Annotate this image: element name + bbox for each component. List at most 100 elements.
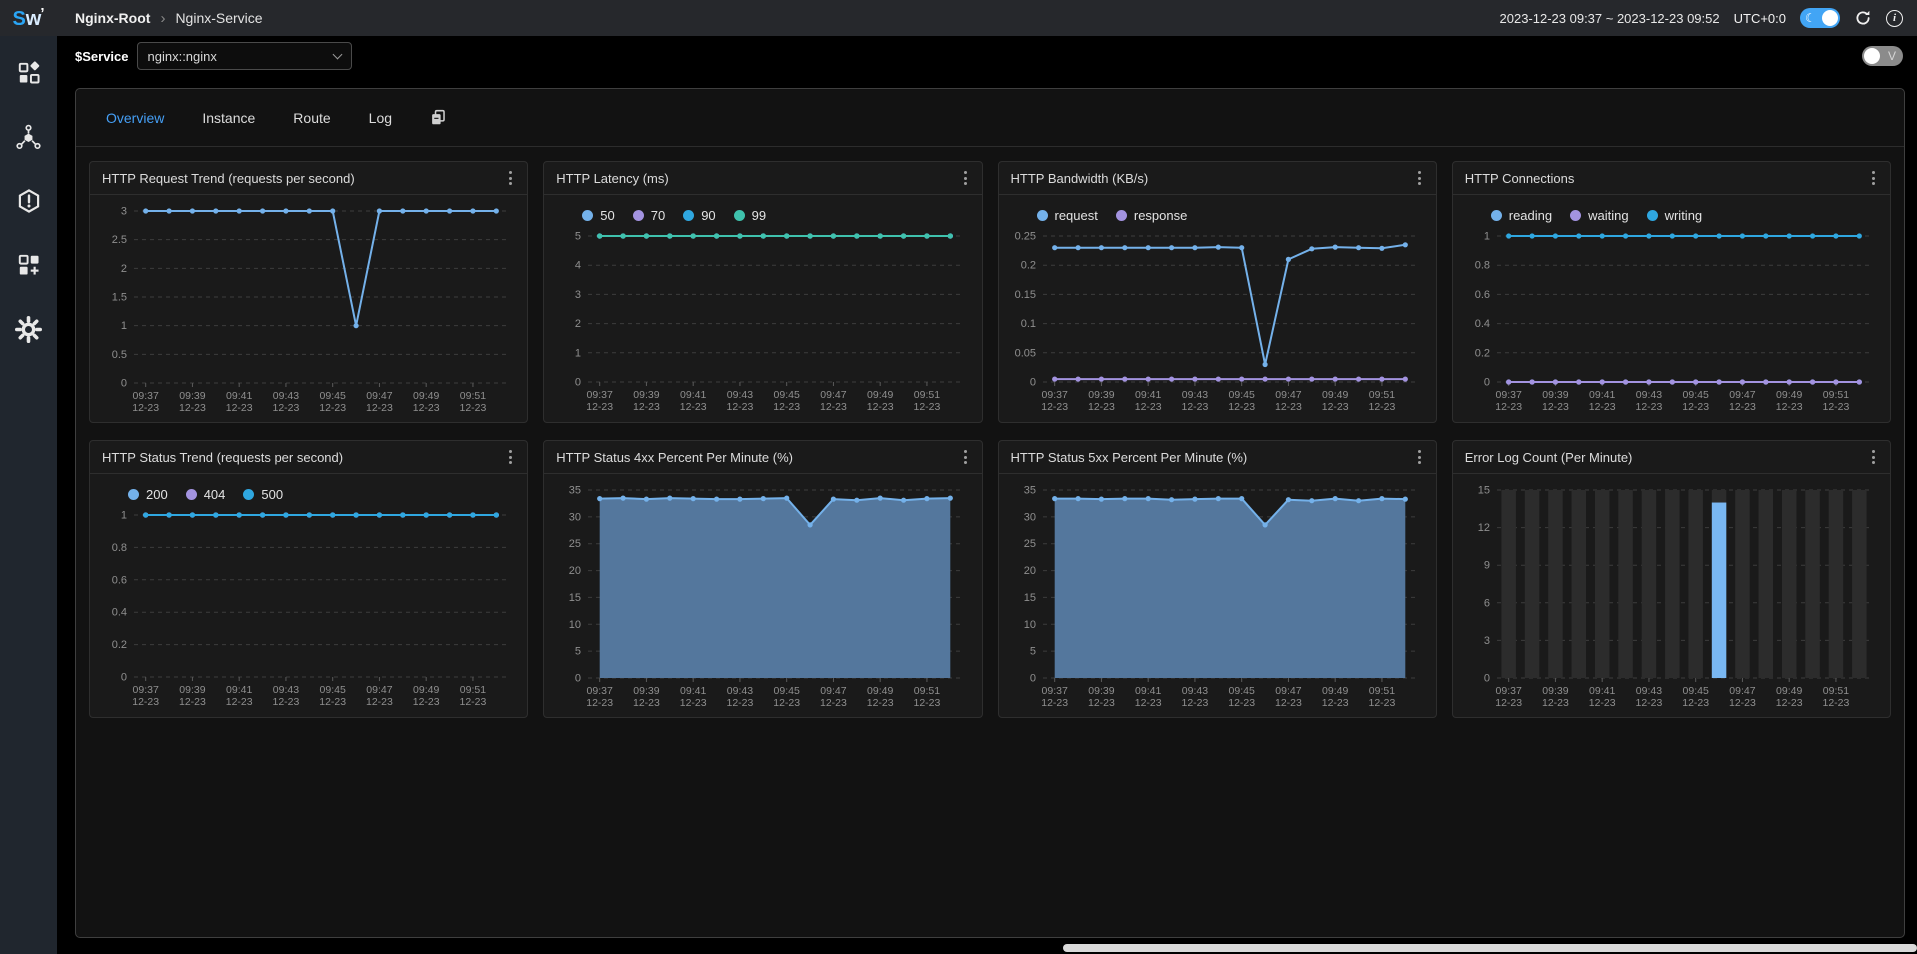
sidebar-item-dashboards[interactable] [14,58,44,88]
legend-item[interactable]: waiting [1570,208,1628,223]
legend-item[interactable]: writing [1647,208,1703,223]
svg-text:20: 20 [1023,565,1035,577]
svg-text:0.25: 0.25 [1014,231,1035,243]
svg-text:0: 0 [121,378,127,390]
svg-text:12-23: 12-23 [460,402,487,414]
http-status-trend-chart[interactable]: 00.20.40.60.8109:3712-2309:3912-2309:411… [98,505,518,711]
svg-text:12-23: 12-23 [273,696,300,708]
svg-text:12-23: 12-23 [132,696,159,708]
kebab-menu-icon[interactable] [959,446,972,468]
svg-text:09:39: 09:39 [1088,389,1114,401]
svg-text:09:47: 09:47 [366,390,392,402]
svg-text:0.2: 0.2 [112,639,127,651]
legend-dot [683,210,694,221]
svg-text:12-23: 12-23 [179,696,206,708]
svg-text:09:37: 09:37 [133,390,159,402]
chevron-down-icon [332,49,342,59]
breadcrumb: Nginx-Root › Nginx-Service [75,10,263,27]
service-select[interactable]: nginx::nginx [137,42,352,70]
svg-text:0.4: 0.4 [1474,318,1489,330]
sidebar-item-topology[interactable] [14,122,44,152]
svg-text:0: 0 [575,377,581,389]
http-latency-chart[interactable]: 01234509:3712-2309:3912-2309:4112-2309:4… [552,226,972,416]
http-connections-chart[interactable]: 00.20.40.60.8109:3712-2309:3912-2309:411… [1461,226,1881,416]
version-toggle[interactable]: V [1862,46,1903,66]
svg-text:09:47: 09:47 [1729,685,1755,697]
http-status-4xx-chart[interactable]: 0510152025303509:3712-2309:3912-2309:411… [552,480,972,712]
legend-dot [1647,210,1658,221]
kebab-menu-icon[interactable] [1867,167,1880,189]
kebab-menu-icon[interactable] [1413,167,1426,189]
sidebar-item-marketplace[interactable] [14,250,44,280]
svg-text:09:51: 09:51 [1823,389,1849,401]
svg-text:09:47: 09:47 [1275,685,1301,697]
error-log-count-chart[interactable]: 0369121509:3712-2309:3912-2309:4112-2309… [1461,480,1881,712]
dark-mode-toggle[interactable]: ☾ [1800,8,1840,28]
legend-item[interactable]: reading [1491,208,1552,223]
svg-text:09:49: 09:49 [1322,685,1348,697]
skywalking-logo[interactable]: Sw’ [0,5,57,31]
tab-log[interactable]: Log [369,110,392,126]
svg-text:12-23: 12-23 [1368,401,1395,413]
kebab-menu-icon[interactable] [959,167,972,189]
svg-text:12-23: 12-23 [1134,401,1161,413]
horizontal-scrollbar[interactable] [1063,944,1917,952]
http-bandwidth-chart[interactable]: 00.050.10.150.20.2509:3712-2309:3912-230… [1007,226,1427,416]
topology-icon [15,124,42,151]
svg-text:09:47: 09:47 [366,684,392,696]
card-http-request-trend: HTTP Request Trend (requests per second)… [89,161,528,423]
kebab-menu-icon[interactable] [1413,446,1426,468]
legend-item[interactable]: request [1037,208,1098,223]
legend-item[interactable]: 200 [128,487,168,502]
legend-dot [1491,210,1502,221]
refresh-icon[interactable] [1854,9,1872,27]
sidebar-item-alerting[interactable] [14,186,44,216]
svg-text:12-23: 12-23 [226,696,253,708]
svg-text:12-23: 12-23 [1228,697,1255,709]
http-request-trend-chart[interactable]: 00.511.522.5309:3712-2309:3912-2309:4112… [98,201,518,417]
copy-icon[interactable] [430,109,447,126]
svg-text:12-23: 12-23 [1635,697,1662,709]
sidebar-item-settings[interactable] [14,314,44,344]
svg-text:0.15: 0.15 [1014,289,1035,301]
tab-overview[interactable]: Overview [106,110,164,126]
http-status-5xx-chart[interactable]: 0510152025303509:3712-2309:3912-2309:411… [1007,480,1427,712]
tab-route[interactable]: Route [293,110,330,126]
legend-item[interactable]: 70 [633,208,665,223]
svg-text:09:43: 09:43 [1181,389,1207,401]
legend-item[interactable]: 500 [243,487,283,502]
svg-text:3: 3 [1484,635,1490,647]
svg-text:12-23: 12-23 [1822,401,1849,413]
svg-text:12-23: 12-23 [1275,401,1302,413]
legend-item[interactable]: 404 [186,487,226,502]
svg-text:09:43: 09:43 [273,684,299,696]
legend-item[interactable]: 50 [582,208,614,223]
svg-text:12-23: 12-23 [1321,697,1348,709]
svg-text:1.5: 1.5 [112,292,127,304]
legend-item[interactable]: 99 [734,208,766,223]
card-error-log-count: Error Log Count (Per Minute) 0369121509:… [1452,440,1891,718]
kebab-menu-icon[interactable] [504,446,517,468]
main-content: Overview Instance Route Log HTTP Request… [57,76,1917,954]
legend-dot [734,210,745,221]
legend-item[interactable]: response [1116,208,1187,223]
timezone-label: UTC+0:0 [1734,11,1786,26]
legend-item[interactable]: 90 [683,208,715,223]
svg-text:0.6: 0.6 [112,574,127,586]
svg-text:09:51: 09:51 [914,389,940,401]
svg-text:12-23: 12-23 [587,697,614,709]
svg-text:2.5: 2.5 [112,234,127,246]
card-http-status-4xx: HTTP Status 4xx Percent Per Minute (%) 0… [543,440,982,718]
info-icon[interactable]: i [1886,10,1903,27]
breadcrumb-root[interactable]: Nginx-Root [75,10,150,26]
legend-dot [243,489,254,500]
time-range-picker[interactable]: 2023-12-23 09:37 ~ 2023-12-23 09:52 [1500,11,1720,26]
svg-text:09:43: 09:43 [1636,389,1662,401]
kebab-menu-icon[interactable] [504,167,517,189]
top-header: Sw’ Nginx-Root › Nginx-Service 2023-12-2… [0,0,1917,36]
tab-instance[interactable]: Instance [202,110,255,126]
kebab-menu-icon[interactable] [1867,446,1880,468]
breadcrumb-current[interactable]: Nginx-Service [175,10,262,26]
svg-text:12-23: 12-23 [1041,697,1068,709]
chart-title: HTTP Bandwidth (KB/s) [1011,171,1149,186]
